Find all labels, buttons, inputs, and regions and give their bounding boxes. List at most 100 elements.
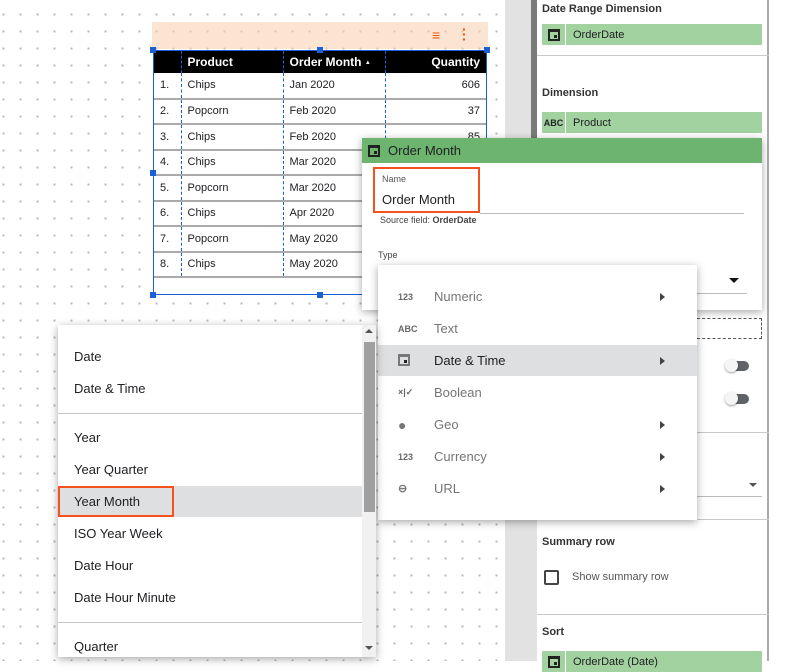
globe-icon: ● xyxy=(398,416,407,433)
chart-header-bar: ≡ · · · xyxy=(152,22,488,49)
table-cell: 4. xyxy=(154,149,181,176)
table-cell: 8. xyxy=(154,251,181,278)
summary-row-checkbox[interactable] xyxy=(544,570,559,585)
quantity-header[interactable]: Quantity xyxy=(384,51,486,73)
date-menu-item[interactable]: Date Hour Minute xyxy=(58,582,362,613)
date-menu-item-label: Quarter xyxy=(74,639,119,654)
type-menu-item[interactable]: ● Geo xyxy=(378,409,697,440)
date-menu-item[interactable]: ISO Year Week xyxy=(58,518,362,549)
order-month-header[interactable]: Order Month ▲ xyxy=(282,51,385,73)
add-field-dropzone[interactable] xyxy=(697,318,762,339)
date-menu-item[interactable]: Quarter xyxy=(58,631,362,662)
submenu-arrow-icon xyxy=(660,292,665,301)
table-header-row: Product Order Month ▲ Quantity xyxy=(154,51,486,73)
table-cell: Popcorn xyxy=(180,226,283,253)
type-dropdown-arrow-icon[interactable] xyxy=(729,278,739,283)
dimension-label: Dimension xyxy=(542,87,599,99)
type-menu-item-label: Text xyxy=(434,321,458,336)
resize-handle[interactable] xyxy=(317,292,323,298)
date-range-value: OrderDate xyxy=(573,28,625,41)
date-menu-item[interactable]: Year Quarter xyxy=(58,454,362,485)
table-cell: 7. xyxy=(154,226,181,253)
table-cell: Chips xyxy=(180,73,283,100)
date-menu-item-label: ISO Year Week xyxy=(74,526,163,541)
table-cell: Chips xyxy=(180,200,283,227)
date-menu-item[interactable]: Year xyxy=(58,422,362,453)
resize-handle[interactable] xyxy=(317,47,323,53)
type-menu-item[interactable]: ×|✓ Boolean xyxy=(378,377,697,408)
text-type-icon: ABC xyxy=(542,112,566,133)
date-granularity-menu: Date Date & Time Year Year Quarter Year Mont… xyxy=(58,325,376,657)
text-type-icon: ABC xyxy=(398,323,418,334)
date-menu-item-label: Date & Time xyxy=(74,381,146,396)
table-cell: Jan 2020 xyxy=(282,73,385,100)
dimension-value: Product xyxy=(573,116,611,129)
table-cell: Popcorn xyxy=(180,98,283,125)
link-icon: ⊖ xyxy=(398,483,408,495)
dropdown-arrow-icon[interactable] xyxy=(749,483,757,487)
name-label: Name xyxy=(382,174,407,184)
resize-handle[interactable] xyxy=(150,292,156,298)
index-header xyxy=(154,51,181,73)
table-cell: 2. xyxy=(154,98,181,125)
sort-ascending-icon: ▲ xyxy=(364,59,371,66)
toggle-switch[interactable] xyxy=(725,359,749,372)
resize-handle[interactable] xyxy=(150,47,156,53)
date-menu-item-label: Date Hour Minute xyxy=(74,590,176,605)
resize-handle[interactable] xyxy=(150,170,156,176)
name-input[interactable]: Order Month xyxy=(382,192,455,207)
date-menu-item[interactable]: Date Hour xyxy=(58,550,362,581)
calendar-icon xyxy=(368,144,380,157)
type-menu-item[interactable]: ⊖ URL xyxy=(378,473,697,504)
scrollbar-thumb[interactable] xyxy=(364,342,375,512)
type-menu-item[interactable]: ABC Text xyxy=(378,313,697,344)
numeric-icon: 123 xyxy=(398,451,414,462)
order-month-header-label: Order Month xyxy=(289,55,362,69)
calendar-icon xyxy=(542,24,566,45)
date-range-chip[interactable]: OrderDate xyxy=(542,24,762,45)
sort-label: Sort xyxy=(542,626,564,638)
type-menu-item-label: Geo xyxy=(434,417,459,432)
table-cell: 5. xyxy=(154,175,181,202)
summary-row-label: Summary row xyxy=(542,536,615,548)
submenu-arrow-icon xyxy=(660,420,665,429)
date-menu-item-label: Year xyxy=(74,430,101,445)
toggle-switch[interactable] xyxy=(725,392,749,405)
table-cell: Feb 2020 xyxy=(282,98,385,125)
dimension-chip[interactable]: ABC Product xyxy=(542,112,762,133)
submenu-arrow-icon xyxy=(660,356,665,365)
source-field-text: Source field: OrderDate xyxy=(380,215,477,225)
table-row[interactable]: 2. Popcorn Feb 2020 37 xyxy=(154,98,486,125)
date-range-label: Date Range Dimension xyxy=(542,3,662,15)
field-editor-header: Order Month xyxy=(362,138,762,163)
type-menu-item[interactable]: Date & Time xyxy=(378,345,697,376)
resize-handle[interactable] xyxy=(484,47,490,53)
date-menu-item[interactable]: Date & Time xyxy=(58,373,362,404)
table-row[interactable]: 1. Chips Jan 2020 606 xyxy=(154,73,486,100)
table-cell: 1. xyxy=(154,73,181,100)
more-vert-icon[interactable]: · · · xyxy=(462,22,467,46)
menu-scrollbar[interactable] xyxy=(362,325,376,657)
type-menu-item[interactable]: 123 Currency xyxy=(378,441,697,472)
filter-icon[interactable]: ≡ xyxy=(432,28,440,42)
numeric-icon: 123 xyxy=(398,291,414,302)
date-menu-item[interactable]: Date xyxy=(58,341,362,372)
scroll-up-icon[interactable] xyxy=(365,329,373,333)
table-cell: 3. xyxy=(154,124,181,151)
selection-highlight xyxy=(58,486,174,517)
type-menu-item-label: Date & Time xyxy=(434,353,506,368)
scroll-down-icon[interactable] xyxy=(365,646,373,650)
table-cell: Chips xyxy=(180,149,283,176)
type-menu-item-label: Boolean xyxy=(434,385,482,400)
summary-row-checkbox-label: Show summary row xyxy=(572,571,669,583)
date-menu-item-label: Date Hour xyxy=(74,558,134,573)
sort-chip[interactable]: OrderDate (Date) xyxy=(542,651,762,672)
date-menu-item-label: Year Quarter xyxy=(74,462,148,477)
type-menu-item[interactable]: 123 Numeric xyxy=(378,281,697,312)
product-header[interactable]: Product xyxy=(180,51,283,73)
submenu-arrow-icon xyxy=(660,484,665,493)
type-menu: 123 Numeric ABC Text Date & Time ×|✓ Boolean ● G… xyxy=(378,265,697,520)
type-label: Type xyxy=(378,250,398,260)
type-menu-item-label: Numeric xyxy=(434,289,483,304)
date-menu-item[interactable]: Year Month xyxy=(58,486,362,517)
